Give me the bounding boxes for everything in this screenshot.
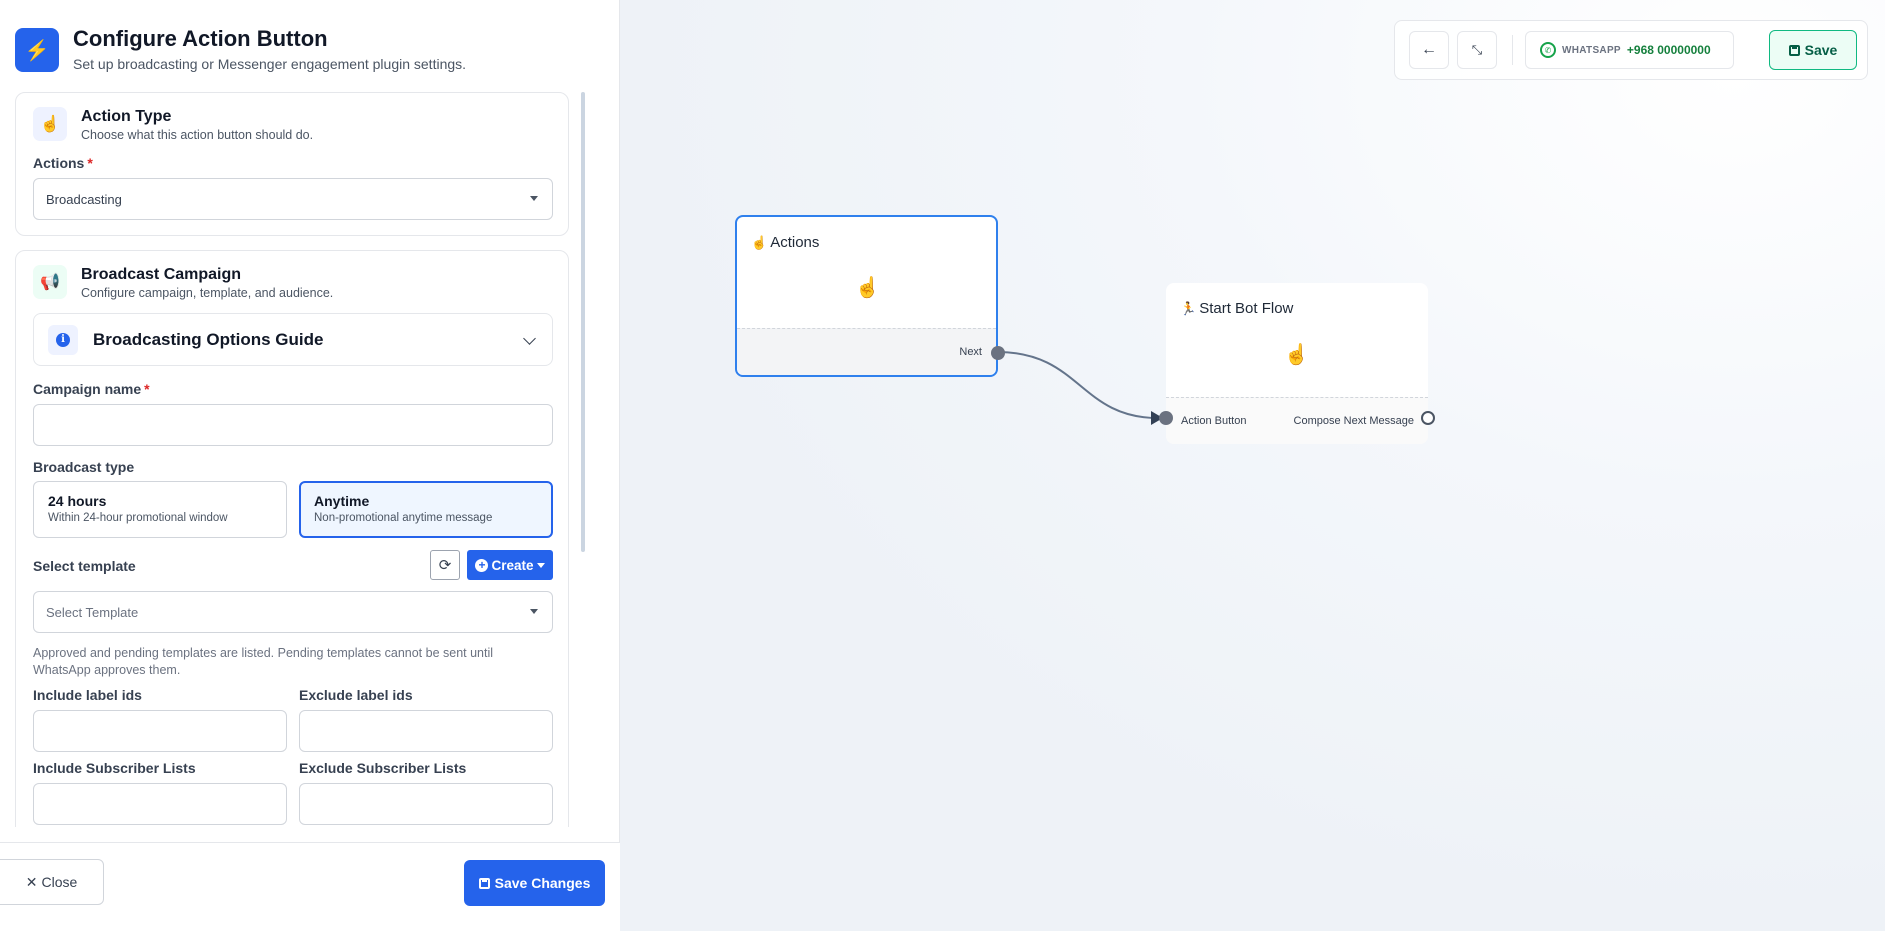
action-button-input-handle[interactable] [1159, 411, 1173, 425]
hand-cursor-icon: ☝ [855, 277, 880, 299]
actions-node-title: Actions [770, 234, 820, 251]
pointer-hand-icon: ☝ [751, 234, 768, 250]
actions-node[interactable]: ☝ Actions ☝ Next [735, 215, 1005, 377]
actions-node-footer: Next [737, 328, 996, 375]
port-action-button-label: Action Button [1181, 415, 1247, 427]
flow-edges [997, 351, 1163, 425]
port-next-label: Next [959, 346, 982, 358]
running-person-icon: 🏃 [1180, 300, 1197, 316]
compose-next-output-handle[interactable] [1421, 411, 1435, 425]
start-node-footer: Action Button Compose Next Message [1166, 397, 1428, 444]
next-output-handle[interactable] [991, 346, 1005, 360]
start-node-title: Start Bot Flow [1199, 300, 1294, 317]
hand-cursor-icon: ☝ [1284, 344, 1309, 366]
start-bot-flow-node[interactable]: 🏃 Start Bot Flow ☝ Action Button Compose … [1159, 283, 1435, 444]
port-compose-next-label: Compose Next Message [1293, 415, 1414, 427]
edge-next-to-start [997, 351, 1159, 419]
